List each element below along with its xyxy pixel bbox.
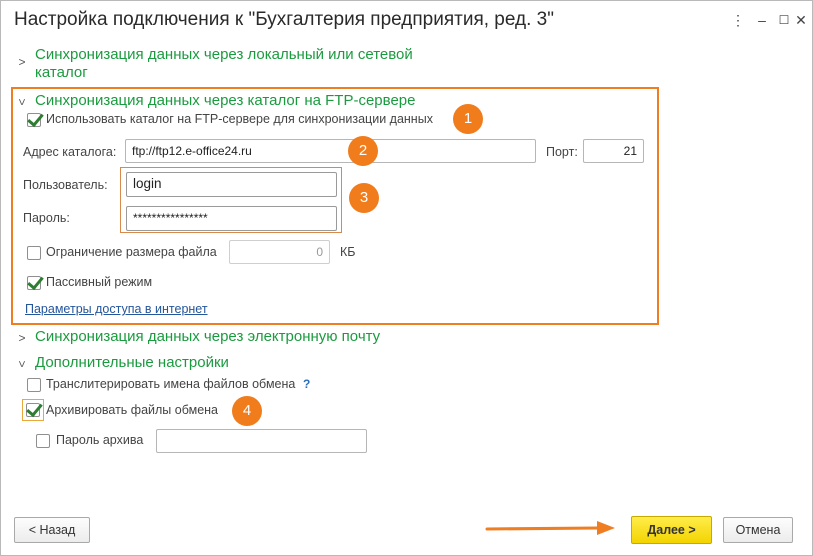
archive-password-label: Пароль архива (56, 433, 144, 447)
use-ftp-label: Использовать каталог на FTP-сервере для … (46, 112, 433, 126)
chevron-right-icon[interactable]: > (16, 329, 28, 347)
next-button[interactable]: Далее > (631, 516, 712, 544)
internet-settings-link[interactable]: Параметры доступа в интернет (25, 302, 208, 316)
section-local-title-line1: Синхронизация данных через локальный или… (35, 46, 413, 63)
passive-label: Пассивный режим (46, 275, 153, 289)
archive-password-field[interactable] (156, 429, 367, 453)
help-icon[interactable]: ? (303, 377, 310, 391)
translit-checkbox[interactable] (27, 378, 41, 392)
step-badge-3: 3 (349, 183, 379, 213)
arrow-right-icon (485, 521, 615, 535)
limit-unit: КБ (340, 245, 356, 259)
archive-password-checkbox[interactable] (36, 434, 50, 448)
dialog-window: Настройка подключения к "Бухгалтерия пре… (0, 0, 813, 556)
more-icon[interactable]: ⋮ (727, 9, 749, 31)
window-title: Настройка подключения к "Бухгалтерия пре… (14, 9, 554, 30)
cancel-button[interactable]: Отмена (723, 517, 793, 543)
address-field[interactable]: ftp://ftp12.e-office24.ru (125, 139, 536, 163)
limit-checkbox[interactable] (27, 246, 41, 260)
section-local-title[interactable]: Синхронизация данных через локальный или… (35, 46, 413, 82)
step-badge-2: 2 (348, 136, 378, 166)
section-email-title[interactable]: Синхронизация данных через электронную п… (35, 328, 380, 346)
step-badge-4: 4 (232, 396, 262, 426)
step-badge-1: 1 (453, 104, 483, 134)
user-field[interactable]: login (126, 172, 337, 197)
password-label: Пароль: (23, 211, 70, 225)
chevron-down-icon[interactable]: > (13, 358, 31, 370)
password-field[interactable]: **************** (126, 206, 337, 231)
close-icon[interactable]: ✕ (790, 9, 812, 31)
archive-label: Архивировать файлы обмена (46, 403, 219, 417)
passive-checkbox[interactable] (27, 276, 41, 290)
back-button[interactable]: < Назад (14, 517, 90, 543)
minimize-icon[interactable]: – (751, 9, 773, 31)
port-label: Порт: (546, 145, 578, 159)
section-local-title-line2: каталог (35, 64, 88, 81)
section-ftp-title[interactable]: Синхронизация данных через каталог на FT… (35, 92, 415, 110)
archive-checkbox[interactable] (26, 403, 40, 417)
chevron-down-icon[interactable]: > (13, 96, 31, 108)
address-label: Адрес каталога: (23, 145, 117, 159)
port-field[interactable]: 21 (583, 139, 644, 163)
chevron-right-icon[interactable]: > (16, 53, 28, 71)
limit-field[interactable]: 0 (229, 240, 330, 264)
limit-label: Ограничение размера файла (46, 245, 217, 259)
section-extra-title[interactable]: Дополнительные настройки (35, 354, 229, 372)
translit-label: Транслитерировать имена файлов обмена (46, 377, 296, 391)
use-ftp-checkbox[interactable] (27, 113, 41, 127)
user-label: Пользователь: (23, 178, 108, 192)
